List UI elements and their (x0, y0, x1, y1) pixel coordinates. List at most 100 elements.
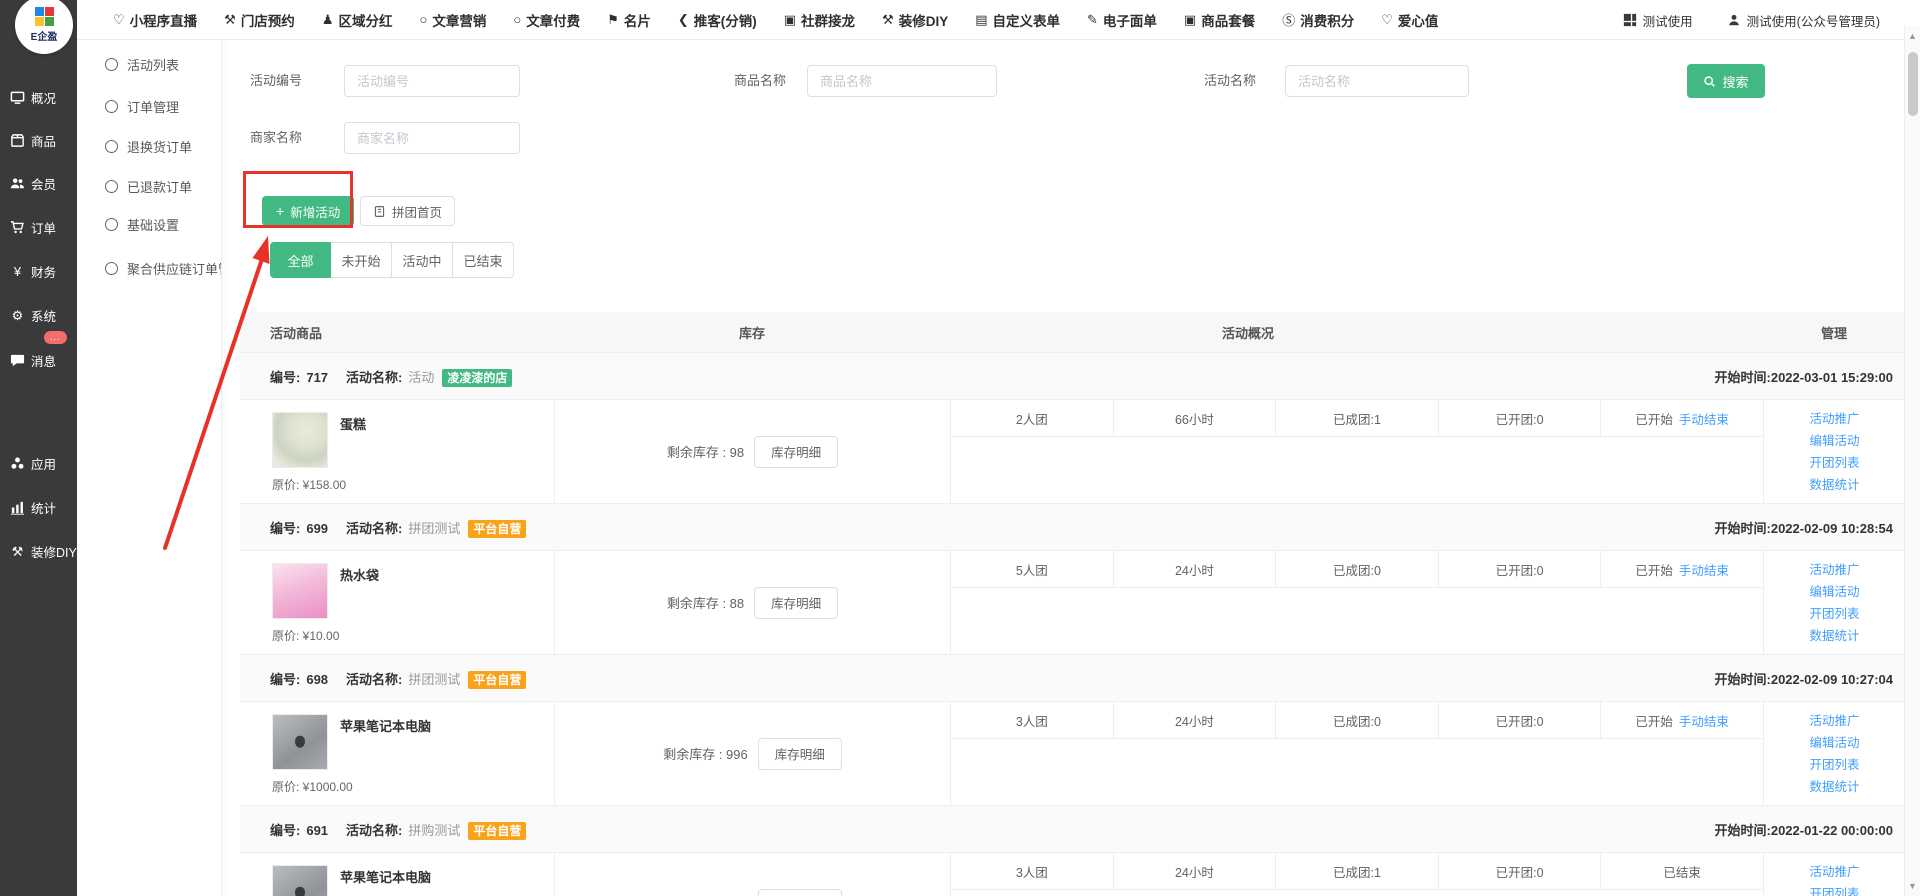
topnav-item[interactable]: ○ 文章营销 (419, 10, 486, 30)
page-scrollbar[interactable]: ▲ ▼ (1904, 26, 1920, 896)
submenu-item[interactable]: 订单管理 (105, 97, 221, 115)
stat-value: 5人团 (951, 551, 1114, 587)
sidebar-item[interactable]: 会员 (10, 174, 56, 192)
logo-icon (35, 7, 54, 26)
sidebar-item[interactable]: 订单 (10, 218, 56, 236)
stock-detail-button[interactable]: 库存明细 (754, 436, 838, 468)
manage-link[interactable]: 开团列表 (1809, 454, 1859, 473)
product-price: 原价: ¥1000.00 (272, 778, 353, 795)
manual-end-link[interactable]: 手动结束 (1679, 711, 1729, 730)
product-name-input[interactable] (807, 65, 997, 97)
circle-icon: ○ (419, 12, 427, 27)
status-text: 已开始 (1635, 711, 1673, 730)
activity-group-header: 编号:698活动名称:拼团测试平台自营开始时间:2022-02-09 10:27… (240, 655, 1904, 702)
topnav-item[interactable]: ⚒装修DIY (882, 10, 948, 30)
topnav-item[interactable]: ○文章付费 (513, 10, 580, 30)
product-image (272, 412, 328, 468)
manage-link[interactable]: 数据统计 (1809, 627, 1859, 646)
scroll-up-icon[interactable]: ▲ (1905, 31, 1920, 41)
tab-1[interactable]: 未开始 (331, 242, 392, 278)
topnav-item[interactable]: ▤自定义表单 (975, 10, 1060, 30)
product-image (272, 714, 328, 770)
add-activity-button[interactable]: + 新增活动 (262, 196, 354, 226)
activity-id: 699 (306, 521, 328, 536)
activity-name-input[interactable] (1285, 65, 1469, 97)
topnav-item[interactable]: ✎电子面单 (1087, 10, 1157, 30)
manage-link[interactable]: 开团列表 (1809, 885, 1859, 896)
topnav-item[interactable]: ❮推客(分销) (678, 10, 757, 30)
topnav-item-label: 文章营销 (432, 10, 486, 30)
start-time-value: 2022-01-22 00:00:00 (1771, 823, 1893, 838)
topnav-item[interactable]: ▣商品套餐 (1184, 10, 1255, 30)
sidebar-item[interactable]: 统计 (10, 498, 56, 516)
topnav-item[interactable]: ▣社群接龙 (784, 10, 855, 30)
header-manage: 管理 (1763, 323, 1904, 342)
main-sidebar: 概况商品会员订单 ¥财务 ⚙系统消息应用统计 ⚒装修DIY ... (0, 0, 77, 896)
add-activity-label: 新增活动 (290, 202, 340, 221)
topbar-account-item[interactable]: 测试使用 (1623, 11, 1693, 30)
tab-3[interactable]: 已结束 (453, 242, 514, 278)
topbar: ♡小程序直播 ⚒门店预约 ♟区域分红 ○ 文章营销 ○文章付费 ⚑名片 ❮推客(分销) ▣社群接… (77, 0, 1904, 40)
main-content: 活动编号 商品名称 活动名称 商家名称 搜索 + 新增活动 拼团首页 全部未开始… (222, 40, 1904, 896)
system-icon: ⚙ (10, 308, 25, 323)
stock-detail-button[interactable]: 库存明细 (758, 738, 842, 770)
submenu-item[interactable]: 基础设置 (105, 215, 221, 233)
table-header-row: 活动商品 库存 活动概况 管理 (240, 312, 1904, 353)
activity-name: 拼团测试 (408, 672, 460, 687)
manage-link[interactable]: 数据统计 (1809, 778, 1859, 797)
manage-link[interactable]: 活动推广 (1809, 863, 1859, 882)
submenu-item[interactable]: 退换货订单 (105, 137, 221, 155)
points-icon: Ⓢ (1282, 10, 1295, 29)
submenu-item-label: 基础设置 (127, 215, 179, 233)
submenu-item[interactable]: 已退款订单 (105, 177, 221, 195)
merchant-name-input[interactable] (344, 122, 520, 154)
search-button-label: 搜索 (1722, 72, 1748, 91)
scroll-down-icon[interactable]: ▼ (1905, 881, 1920, 891)
topnav-item[interactable]: ⚒门店预约 (224, 10, 295, 30)
manage-link[interactable]: 活动推广 (1809, 712, 1859, 731)
share-icon: ❮ (678, 12, 689, 28)
activity-name-label: 活动名称: (346, 823, 402, 838)
manage-link[interactable]: 编辑活动 (1809, 583, 1859, 602)
sidebar-item[interactable]: ⚙系统 (10, 306, 56, 324)
sidebar-item[interactable]: ¥财务 (10, 262, 56, 280)
sidebar-item[interactable]: ⚒装修DIY (10, 542, 77, 560)
message-count-badge: ... (44, 331, 67, 344)
circle-icon (105, 58, 118, 71)
topnav-item[interactable]: Ⓢ消费积分 (1282, 10, 1354, 30)
sidebar-item[interactable]: 商品 (10, 131, 56, 149)
manual-end-link[interactable]: 手动结束 (1679, 409, 1729, 428)
topnav-item[interactable]: ♟区域分红 (322, 10, 393, 30)
search-button[interactable]: 搜索 (1687, 64, 1765, 98)
topnav-item[interactable]: ♡爱心值 (1381, 10, 1438, 30)
tab-2[interactable]: 活动中 (392, 242, 453, 278)
activity-id-input[interactable] (344, 65, 520, 97)
groupbuy-home-button[interactable]: 拼团首页 (360, 196, 455, 226)
submenu-item[interactable]: 活动列表 (105, 55, 221, 73)
manage-link[interactable]: 开团列表 (1809, 756, 1859, 775)
manage-link[interactable]: 活动推广 (1809, 410, 1859, 429)
status-cell: 已结束 (1601, 853, 1763, 889)
manage-link[interactable]: 数据统计 (1809, 476, 1859, 495)
topnav-item[interactable]: ⚑名片 (607, 10, 651, 30)
sidebar-item[interactable]: 消息 (10, 351, 56, 369)
manage-link[interactable]: 开团列表 (1809, 605, 1859, 624)
topnav-item-label: 区域分红 (338, 10, 392, 30)
stats-cell: 3人团24小时已成团:0已开团:0已开始手动结束 (950, 702, 1763, 805)
sidebar-item[interactable]: 应用 (10, 454, 56, 472)
topnav-item[interactable]: ♡小程序直播 (113, 10, 197, 30)
topnav-item-label: 门店预约 (241, 10, 295, 30)
sidebar-item[interactable]: 概况 (10, 88, 56, 106)
manage-link[interactable]: 活动推广 (1809, 561, 1859, 580)
header-stock: 库存 (554, 323, 950, 342)
manage-link[interactable]: 编辑活动 (1809, 734, 1859, 753)
tab-0[interactable]: 全部 (270, 242, 331, 278)
manual-end-link[interactable]: 手动结束 (1679, 560, 1729, 579)
submenu-item[interactable]: 聚合供应链订单管 (105, 259, 221, 277)
scrollbar-thumb[interactable] (1908, 52, 1918, 116)
stock-detail-button[interactable]: 库存明细 (754, 587, 838, 619)
manage-link[interactable]: 编辑活动 (1809, 432, 1859, 451)
stock-detail-button[interactable]: 库存明细 (758, 889, 842, 896)
topbar-account-item[interactable]: 测试使用(公众号管理员) (1727, 11, 1880, 30)
product-image (272, 865, 328, 896)
